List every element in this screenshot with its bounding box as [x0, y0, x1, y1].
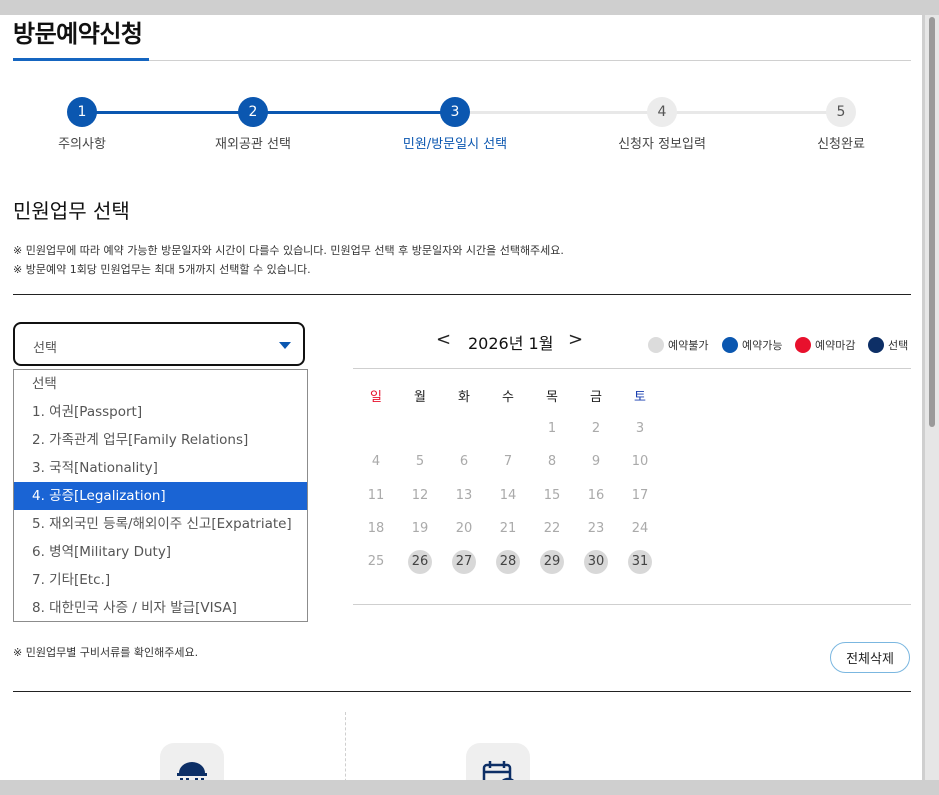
- legend-closed: 예약마감: [795, 337, 855, 353]
- calendar-day-available[interactable]: 28: [496, 550, 520, 574]
- list-divider: [13, 691, 911, 692]
- calendar-day: 19: [411, 521, 429, 536]
- weekday-fri: 금: [590, 390, 602, 405]
- legend-dot-icon: [722, 337, 738, 353]
- calendar-day: 11: [367, 488, 385, 503]
- weekday-wed: 수: [502, 390, 514, 405]
- title-underline: [13, 58, 149, 61]
- step-4-label: 신청자 정보입력: [618, 137, 706, 152]
- calendar-day-available[interactable]: 26: [408, 550, 432, 574]
- calendar-day: 24: [631, 521, 649, 536]
- notice-line-1: ※ 민원업무에 따라 예약 가능한 방문일자와 시간이 다를수 있습니다. 민원…: [13, 244, 564, 257]
- dropdown-option[interactable]: 1. 여권[Passport]: [14, 398, 307, 426]
- step-5-label: 신청완료: [817, 137, 865, 152]
- docs-notice: ※ 민원업무별 구비서류를 확인해주세요.: [13, 646, 199, 659]
- embassy-tile: [160, 743, 224, 780]
- calendar-day: 2: [591, 421, 601, 436]
- dropdown-option-highlighted[interactable]: 4. 공증[Legalization]: [14, 482, 307, 510]
- calendar-day-available[interactable]: 30: [584, 550, 608, 574]
- calendar-bottom-divider: [353, 604, 911, 605]
- embassy-building-icon: [177, 762, 207, 780]
- legend-dot-icon: [795, 337, 811, 353]
- legend-label: 예약불가: [668, 339, 709, 352]
- weekday-mon: 월: [414, 390, 426, 405]
- calendar-month-title: 2026년 1월: [468, 334, 554, 353]
- service-dropdown-list: 선택 1. 여권[Passport] 2. 가족관계 업무[Family Rel…: [13, 369, 308, 622]
- calendar-day: 12: [411, 488, 429, 503]
- scrollbar-thumb[interactable]: [929, 17, 935, 427]
- calendar-day: 25: [367, 554, 385, 569]
- dropdown-option[interactable]: 6. 병역[Military Duty]: [14, 538, 307, 566]
- calendar-day: 22: [543, 521, 561, 536]
- calendar-day: 20: [455, 521, 473, 536]
- legend-dot-icon: [648, 337, 664, 353]
- weekday-tue: 화: [458, 390, 470, 405]
- calendar-day: 7: [503, 454, 513, 469]
- stepper-progress-line: [82, 111, 455, 114]
- legend-label: 예약가능: [742, 339, 783, 352]
- legend-label: 선택: [888, 339, 909, 352]
- vertical-scrollbar[interactable]: [925, 15, 939, 780]
- page-title: 방문예약신청: [13, 20, 143, 48]
- legend-selected: 선택: [868, 337, 908, 353]
- legend-unavailable: 예약불가: [648, 337, 708, 353]
- calendar-day-available[interactable]: 29: [540, 550, 564, 574]
- calendar-day: 14: [499, 488, 517, 503]
- step-2-label: 재외공관 선택: [215, 137, 291, 152]
- step-3-label: 민원/방문일시 선택: [402, 137, 508, 152]
- dropdown-option[interactable]: 3. 국적[Nationality]: [14, 454, 307, 482]
- service-select-value: 선택: [33, 341, 57, 356]
- legend-dot-icon: [868, 337, 884, 353]
- calendar-day: 13: [455, 488, 473, 503]
- calendar-day: 16: [587, 488, 605, 503]
- section-divider: [13, 294, 911, 295]
- calendar-prev-button[interactable]: <: [436, 329, 451, 350]
- weekday-thu: 목: [546, 390, 558, 405]
- reservation-page: 방문예약신청 1 2 3 4 5 주의사항 재외공관 선택 민원/방문일시 선택…: [0, 15, 922, 780]
- step-5-circle: 5: [826, 97, 856, 127]
- step-1-label: 주의사항: [58, 137, 106, 152]
- calendar-day: 18: [367, 521, 385, 536]
- calendar-day: 10: [631, 454, 649, 469]
- chevron-down-icon[interactable]: [279, 342, 291, 349]
- calendar-day: 6: [459, 454, 469, 469]
- calendar-day: 1: [547, 421, 557, 436]
- clear-all-button[interactable]: 전체삭제: [830, 642, 910, 673]
- calendar-day: 8: [547, 454, 557, 469]
- calendar-day: 9: [591, 454, 601, 469]
- calendar-day: 17: [631, 488, 649, 503]
- dropdown-option[interactable]: 2. 가족관계 업무[Family Relations]: [14, 426, 307, 454]
- calendar-day: 15: [543, 488, 561, 503]
- step-2-circle: 2: [238, 97, 268, 127]
- legend-label: 예약마감: [815, 339, 856, 352]
- notice-line-2: ※ 방문예약 1회당 민원업무는 최대 5개까지 선택할 수 있습니다.: [13, 263, 311, 276]
- dropdown-option[interactable]: 7. 기타[Etc.]: [14, 566, 307, 594]
- section-title: 민원업무 선택: [13, 199, 130, 223]
- calendar-day: 21: [499, 521, 517, 536]
- calendar-day: 5: [415, 454, 425, 469]
- calendar-next-button[interactable]: >: [568, 329, 583, 350]
- weekday-sat: 토: [634, 390, 646, 405]
- calendar-day-available[interactable]: 31: [628, 550, 652, 574]
- step-1-circle: 1: [67, 97, 97, 127]
- calendar-day: 3: [635, 421, 645, 436]
- dropdown-option[interactable]: 5. 재외국민 등록/해외이주 신고[Expatriate]: [14, 510, 307, 538]
- date-tile: [466, 743, 530, 780]
- dashed-divider: [345, 712, 346, 780]
- step-3-circle: 3: [440, 97, 470, 127]
- legend-available: 예약가능: [722, 337, 782, 353]
- service-select[interactable]: 선택: [13, 322, 305, 366]
- calendar-top-divider: [353, 368, 911, 369]
- dropdown-option[interactable]: 8. 대한민국 사증 / 비자 발급[VISA]: [14, 594, 307, 622]
- dropdown-option[interactable]: 선택: [14, 370, 307, 398]
- calendar-day: 4: [371, 454, 381, 469]
- calendar-day-available[interactable]: 27: [452, 550, 476, 574]
- step-4-circle: 4: [647, 97, 677, 127]
- calendar-clock-icon: [482, 761, 515, 780]
- weekday-sun: 일: [370, 390, 382, 405]
- calendar-day: 23: [587, 521, 605, 536]
